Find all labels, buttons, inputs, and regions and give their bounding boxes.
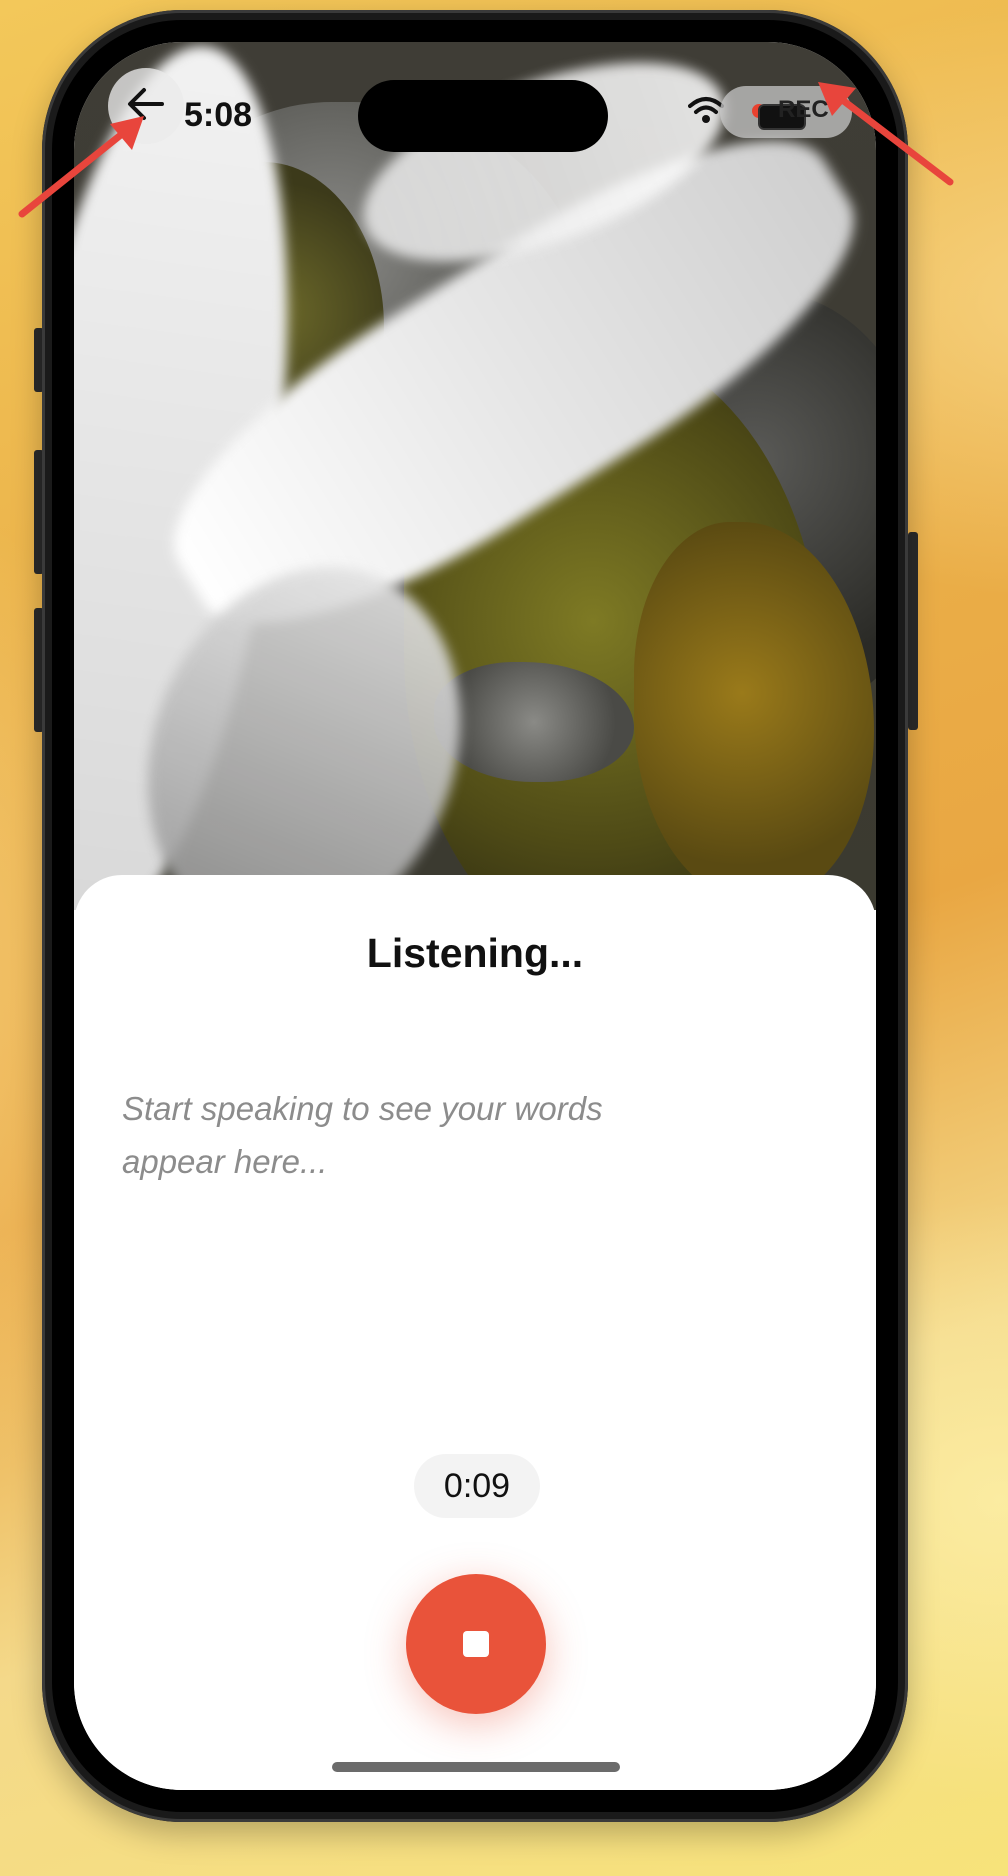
power-button <box>908 532 918 730</box>
wifi-icon <box>688 96 724 129</box>
transcript-placeholder: Start speaking to see your words appear … <box>122 1090 603 1180</box>
stop-icon <box>463 1631 489 1657</box>
phone-frame: 5:08 REC Listening... Start speaking to … <box>42 10 908 1822</box>
stop-recording-button[interactable] <box>406 1574 546 1714</box>
phone-screen: 5:08 REC Listening... Start speaking to … <box>74 42 876 1790</box>
listening-title: Listening... <box>366 930 584 976</box>
annotation-arrow-right-icon <box>818 82 954 186</box>
dynamic-island <box>358 80 608 152</box>
status-time: 5:08 <box>184 96 253 134</box>
home-indicator[interactable] <box>332 1762 620 1772</box>
waterfall-photo <box>74 42 876 910</box>
annotation-arrow-left-icon <box>18 116 144 218</box>
elapsed-timer: 0:09 <box>414 1454 540 1518</box>
